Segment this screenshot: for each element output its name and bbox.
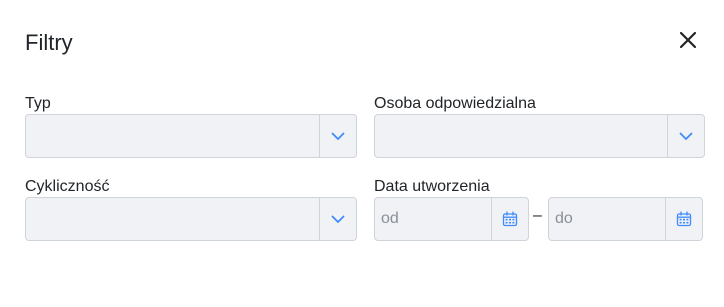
calendar-icon — [502, 211, 518, 227]
dialog-title: Filtry — [25, 30, 73, 55]
date-range-separator: – — [533, 207, 542, 224]
chevron-down-icon — [331, 215, 345, 223]
type-label: Typ — [25, 95, 51, 112]
date-from-calendar-button[interactable] — [491, 198, 528, 240]
date-to-input[interactable] — [549, 198, 664, 240]
created-date-label: Data utworzenia — [374, 178, 490, 195]
recurrence-select[interactable] — [25, 197, 357, 241]
close-icon — [679, 31, 697, 49]
calendar-icon — [676, 211, 692, 227]
close-button[interactable] — [677, 29, 699, 51]
filters-dialog: Filtry Typ Osoba odpowiedzialna Cykliczn… — [0, 0, 724, 307]
recurrence-label: Cykliczność — [25, 178, 110, 195]
responsible-person-dropdown-button[interactable] — [667, 115, 704, 157]
recurrence-dropdown-button[interactable] — [319, 198, 356, 240]
date-to-calendar-button[interactable] — [665, 198, 702, 240]
responsible-person-select[interactable] — [374, 114, 705, 158]
chevron-down-icon — [331, 132, 345, 140]
type-dropdown-button[interactable] — [319, 115, 356, 157]
responsible-person-label: Osoba odpowiedzialna — [374, 95, 536, 112]
created-date-from — [374, 197, 529, 241]
chevron-down-icon — [679, 132, 693, 140]
date-from-input[interactable] — [375, 198, 490, 240]
created-date-to — [548, 197, 703, 241]
type-select[interactable] — [25, 114, 357, 158]
